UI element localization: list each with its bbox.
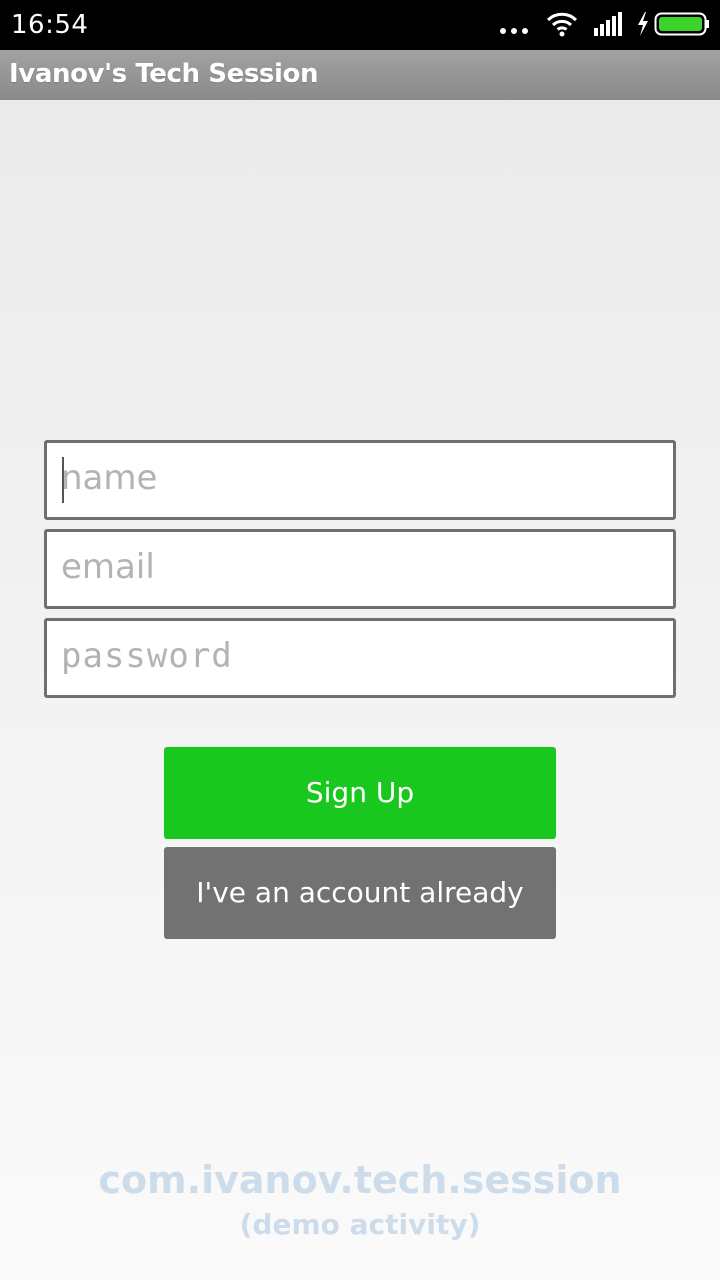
action-bar: Ivanov's Tech Session xyxy=(0,50,720,100)
demo-activity-watermark: (demo activity) xyxy=(239,1208,481,1241)
sign-up-button[interactable]: Sign Up xyxy=(164,747,556,839)
status-bar: 16:54 xyxy=(0,0,720,50)
password-input[interactable] xyxy=(47,621,651,691)
password-field[interactable] xyxy=(44,618,676,698)
charging-bolt-icon xyxy=(636,11,650,41)
existing-account-button[interactable]: I've an account already xyxy=(164,847,556,939)
email-field[interactable] xyxy=(44,529,676,609)
status-icons xyxy=(500,10,710,42)
more-dots-icon xyxy=(500,26,528,36)
app-title: Ivanov's Tech Session xyxy=(9,59,319,89)
battery-icon xyxy=(654,12,710,41)
cell-signal-icon xyxy=(594,11,624,41)
package-name-watermark: com.ivanov.tech.session xyxy=(98,1158,622,1202)
text-cursor xyxy=(62,457,64,503)
name-input[interactable] xyxy=(47,443,651,513)
name-field[interactable] xyxy=(44,440,676,520)
email-input[interactable] xyxy=(47,532,651,602)
status-time: 16:54 xyxy=(11,10,89,40)
wifi-icon xyxy=(546,11,578,42)
